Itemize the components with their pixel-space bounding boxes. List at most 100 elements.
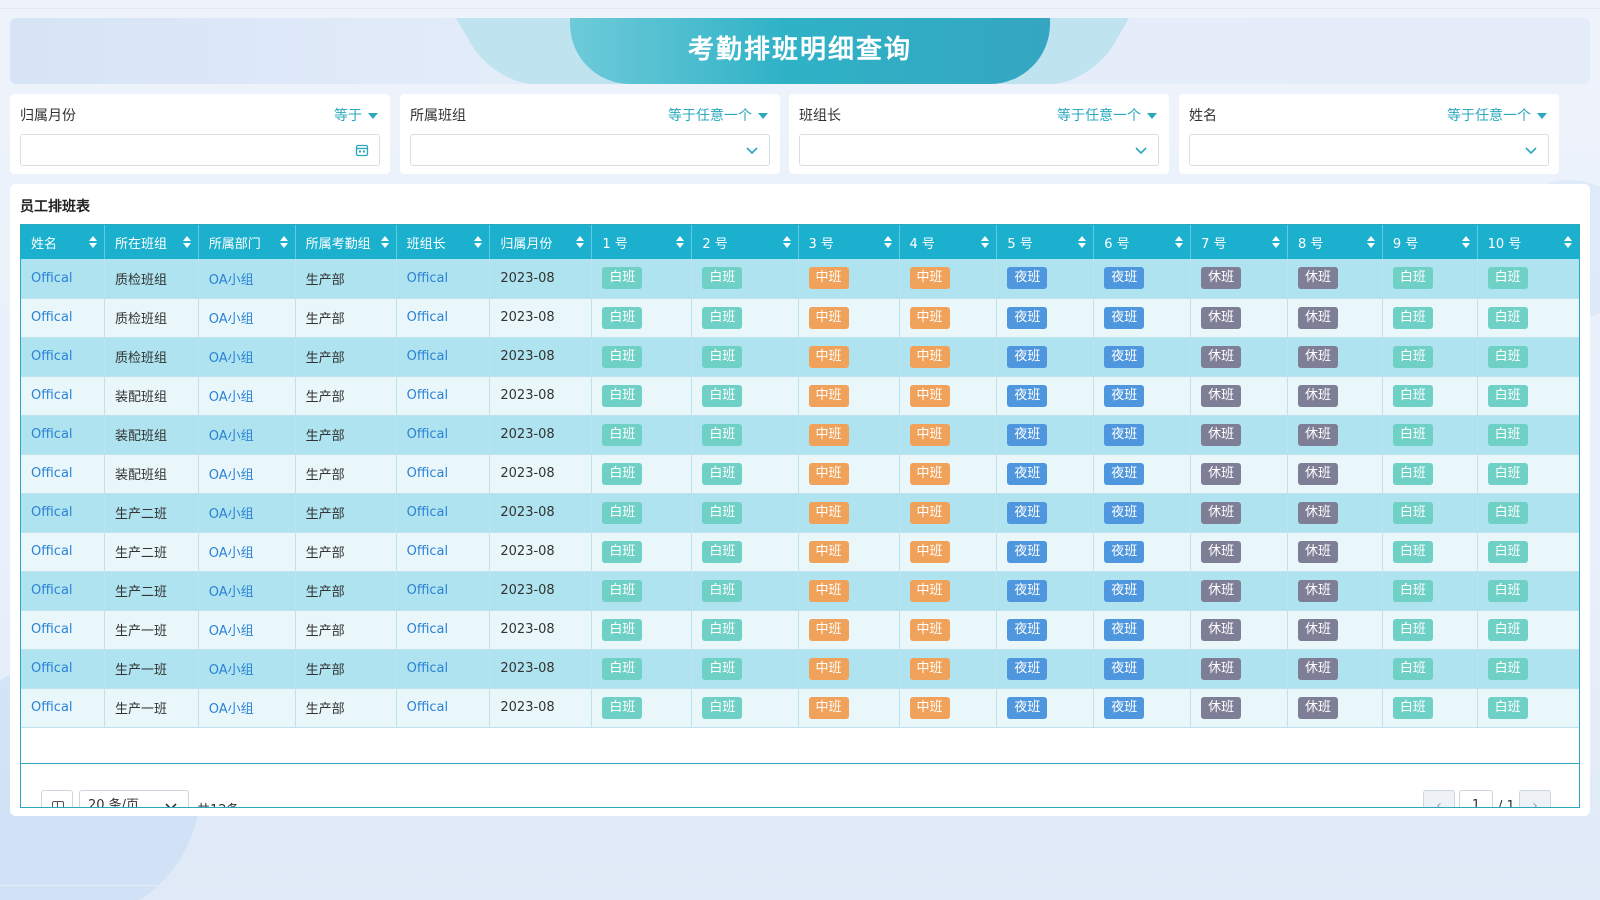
sort-icon[interactable] — [474, 236, 483, 248]
column-header[interactable]: 所在班组 — [104, 225, 199, 259]
sort-icon[interactable] — [1175, 236, 1184, 248]
next-page-button[interactable]: › — [1519, 790, 1551, 807]
cell-leader[interactable]: Offical — [396, 454, 491, 494]
cell-dept[interactable]: OA小组 — [198, 337, 296, 377]
column-header[interactable]: 姓名 — [21, 225, 105, 259]
cell-leader[interactable]: Offical — [396, 649, 491, 689]
table-row[interactable]: Offical 生产一班 OA小组 生产部 Offical 2023-08 白班 白班 中班 中班… — [21, 649, 1579, 689]
filter-operator-dropdown[interactable]: 等于任意一个 — [1447, 105, 1547, 125]
sort-icon[interactable] — [1461, 236, 1470, 248]
cell-dept[interactable]: OA小组 — [198, 493, 296, 533]
column-header[interactable]: 归属月份 — [489, 225, 593, 259]
cell-shift: 休班 — [1287, 493, 1383, 533]
cell-leader[interactable]: Offical — [396, 298, 491, 338]
cell-leader[interactable]: Offical — [396, 610, 491, 650]
cell-dept[interactable]: OA小组 — [198, 298, 296, 338]
cell-dept[interactable]: OA小组 — [198, 649, 296, 689]
table-row[interactable]: Offical 生产一班 OA小组 生产部 Offical 2023-08 白班 白班 中班 中班… — [21, 688, 1579, 728]
sort-icon[interactable] — [1078, 236, 1087, 248]
cell-name[interactable]: Offical — [21, 532, 105, 572]
sort-icon[interactable] — [883, 236, 892, 248]
filter-operator-dropdown[interactable]: 等于任意一个 — [1057, 105, 1157, 125]
table-row[interactable]: Offical 质检班组 OA小组 生产部 Offical 2023-08 白班 白班 中班 中班… — [21, 298, 1579, 338]
cell-leader[interactable]: Offical — [396, 571, 491, 611]
table-row[interactable]: Offical 装配班组 OA小组 生产部 Offical 2023-08 白班 白班 中班 中班… — [21, 454, 1579, 494]
cell-leader[interactable]: Offical — [396, 532, 491, 572]
cell-dept[interactable]: OA小组 — [198, 259, 296, 299]
table-title: 员工排班表 — [20, 199, 90, 215]
table-row[interactable]: Offical 质检班组 OA小组 生产部 Offical 2023-08 白班 白班 中班 中班… — [21, 337, 1579, 377]
sort-icon[interactable] — [88, 236, 97, 248]
cell-name[interactable]: Offical — [21, 259, 105, 299]
column-header[interactable]: 1 — [1579, 225, 1580, 259]
table-row[interactable]: Offical 生产二班 OA小组 生产部 Offical 2023-08 白班 白班 中班 中班… — [21, 532, 1579, 572]
filter-input[interactable] — [410, 134, 770, 166]
sort-icon[interactable] — [1563, 236, 1572, 248]
table-row[interactable]: Offical 装配班组 OA小组 生产部 Offical 2023-08 白班 白班 中班 中班… — [21, 376, 1579, 416]
cell-name[interactable]: Offical — [21, 454, 105, 494]
table-row[interactable]: Offical 生产二班 OA小组 生产部 Offical 2023-08 白班 白班 中班 中班… — [21, 493, 1579, 533]
cell-leader[interactable]: Offical — [396, 493, 491, 533]
filter-leader: 班组长 等于任意一个 — [789, 94, 1169, 174]
sort-icon[interactable] — [676, 236, 685, 248]
cell-leader[interactable]: Offical — [396, 376, 491, 416]
cell-leader[interactable]: Offical — [396, 688, 491, 728]
cell-dept[interactable]: OA小组 — [198, 571, 296, 611]
column-header[interactable]: 3 号 — [798, 225, 900, 259]
cell-dept[interactable]: OA小组 — [198, 610, 296, 650]
page-size-select[interactable]: 20 条/页 — [79, 790, 189, 807]
filter-input[interactable] — [799, 134, 1159, 166]
table-row[interactable]: Offical 质检班组 OA小组 生产部 Offical 2023-08 白班 白班 中班 中班… — [21, 259, 1579, 299]
cell-name[interactable]: Offical — [21, 493, 105, 533]
column-header[interactable]: 6 号 — [1093, 225, 1192, 259]
sort-icon[interactable] — [576, 236, 585, 248]
sort-icon[interactable] — [1366, 236, 1375, 248]
cell-shift: 夜班 — [996, 415, 1095, 455]
sort-icon[interactable] — [1272, 236, 1281, 248]
cell-name[interactable]: Offical — [21, 376, 105, 416]
column-header[interactable]: 所属考勤组 — [295, 225, 397, 259]
cell-name[interactable]: Offical — [21, 337, 105, 377]
column-toggle-button[interactable] — [41, 790, 73, 807]
column-header[interactable]: 8 号 — [1287, 225, 1383, 259]
sort-icon[interactable] — [279, 236, 288, 248]
column-header[interactable]: 5 号 — [996, 225, 1095, 259]
cell-dept[interactable]: OA小组 — [198, 376, 296, 416]
column-header[interactable]: 9 号 — [1382, 225, 1478, 259]
column-header[interactable]: 1 号 — [591, 225, 693, 259]
column-header[interactable]: 4 号 — [899, 225, 998, 259]
cell-dept[interactable]: OA小组 — [198, 415, 296, 455]
column-header[interactable]: 班组长 — [396, 225, 491, 259]
prev-page-button[interactable]: ‹ — [1423, 790, 1455, 807]
cell-name[interactable]: Offical — [21, 298, 105, 338]
shift-tag: 白班 — [1487, 657, 1528, 680]
cell-dept[interactable]: OA小组 — [198, 532, 296, 572]
column-header[interactable]: 所属部门 — [198, 225, 296, 259]
table-row[interactable]: Offical 装配班组 OA小组 生产部 Offical 2023-08 白班 白班 中班 中班… — [21, 415, 1579, 455]
cell-leader[interactable]: Offical — [396, 337, 491, 377]
cell-name[interactable]: Offical — [21, 649, 105, 689]
cell-name[interactable]: Offical — [21, 610, 105, 650]
cell-dept[interactable]: OA小组 — [198, 454, 296, 494]
current-page-input[interactable]: 1 — [1459, 790, 1493, 807]
column-header[interactable]: 10 号 — [1477, 225, 1579, 259]
filter-input[interactable] — [1189, 134, 1549, 166]
cell-name[interactable]: Offical — [21, 415, 105, 455]
filter-operator-dropdown[interactable]: 等于任意一个 — [668, 105, 768, 125]
filter-operator-dropdown[interactable]: 等于 — [334, 105, 378, 125]
cell-leader[interactable]: Offical — [396, 415, 491, 455]
cell-name[interactable]: Offical — [21, 571, 105, 611]
cell-dept[interactable]: OA小组 — [198, 688, 296, 728]
cell-shift: 白班 — [591, 454, 693, 494]
filter-input[interactable] — [20, 134, 380, 166]
table-row[interactable]: Offical 生产一班 OA小组 生产部 Offical 2023-08 白班 白班 中班 中班… — [21, 610, 1579, 650]
sort-icon[interactable] — [182, 236, 191, 248]
sort-icon[interactable] — [981, 236, 990, 248]
column-header[interactable]: 2 号 — [691, 225, 799, 259]
cell-name[interactable]: Offical — [21, 688, 105, 728]
sort-icon[interactable] — [380, 236, 389, 248]
table-row[interactable]: Offical 生产二班 OA小组 生产部 Offical 2023-08 白班 白班 中班 中班… — [21, 571, 1579, 611]
cell-leader[interactable]: Offical — [396, 259, 491, 299]
column-header[interactable]: 7 号 — [1190, 225, 1289, 259]
sort-icon[interactable] — [782, 236, 791, 248]
